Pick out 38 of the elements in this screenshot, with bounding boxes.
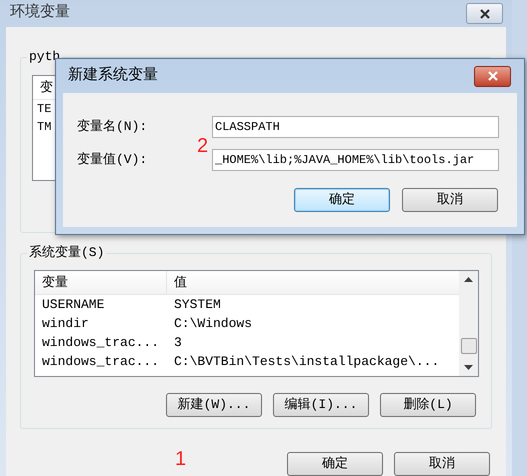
close-button[interactable]: [474, 66, 511, 86]
table-cell-text: SYSTEM: [173, 296, 221, 314]
close-icon: [478, 8, 490, 18]
scrollbar[interactable]: [459, 271, 478, 376]
scroll-down-icon[interactable]: [464, 365, 473, 370]
window-title: 环境变量: [10, 2, 70, 24]
field-label: 变量值(V):: [77, 151, 148, 170]
dialog-button[interactable]: 取消: [402, 188, 498, 212]
column-header[interactable]: 变量: [35, 271, 167, 294]
table-cell-text: C:\Windows: [173, 314, 252, 333]
input-field[interactable]: CLASSPATH: [212, 116, 499, 138]
column-header[interactable]: 值: [167, 271, 459, 294]
action-button[interactable]: 新建(W)...: [166, 393, 262, 417]
dialog-button[interactable]: 确定: [294, 188, 390, 212]
table-cell-text: TE: [37, 101, 52, 118]
dialog-title: 新建系统变量: [68, 66, 158, 86]
group-label: pyth: [27, 49, 62, 65]
table-cell-text: windows_trac...: [41, 334, 160, 352]
scroll-up-icon[interactable]: [464, 277, 473, 282]
action-button[interactable]: 编辑(I)...: [273, 393, 369, 417]
step-number: 1: [175, 447, 186, 472]
scroll-thumb[interactable]: [460, 338, 476, 354]
table-cell-text: USERNAME: [41, 296, 106, 314]
dialog-button[interactable]: 取消: [394, 452, 490, 476]
table-cell-text: C:\BVTBin\Tests\installpackage\...: [173, 352, 440, 371]
table-cell-text: 3: [173, 334, 182, 352]
close-button[interactable]: [466, 3, 503, 24]
close-icon: [486, 71, 498, 81]
dialog-button[interactable]: 确定: [287, 452, 383, 476]
table-cell-text: windir: [41, 314, 90, 333]
column-header[interactable]: 变: [40, 78, 53, 98]
action-button[interactable]: 删除(L): [380, 393, 476, 417]
table-cell-text: windows_trac...: [41, 352, 160, 371]
step-number: 2: [197, 134, 208, 157]
table-cell-text: TM: [37, 119, 52, 136]
field-label: 变量名(N):: [77, 118, 148, 136]
group-label: 系统变量(S): [27, 245, 106, 261]
input-field[interactable]: _HOME%\lib;%JAVA_HOME%\lib\tools.jar: [212, 149, 499, 171]
